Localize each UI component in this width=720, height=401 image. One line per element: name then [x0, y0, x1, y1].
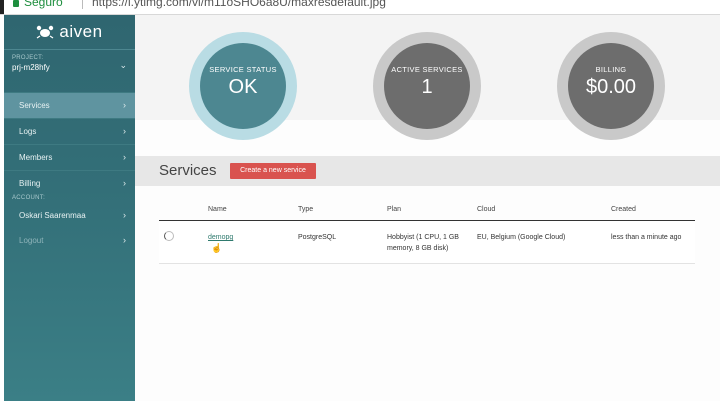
services-header: Services Create a new service [135, 156, 720, 186]
column-header-created[interactable]: Created [611, 206, 636, 213]
sidebar-item-logs[interactable]: Logs › [4, 118, 135, 144]
chevron-right-icon: › [123, 210, 126, 220]
secure-label: Seguro [24, 0, 63, 9]
service-status-gauge: SERVICE STATUS OK [189, 32, 297, 140]
logout-link[interactable]: Logout › [4, 228, 135, 253]
billing-label: BILLING [595, 65, 627, 74]
sidebar-item-members[interactable]: Members › [4, 144, 135, 170]
active-services-value: 1 [421, 76, 433, 98]
crab-logo-icon [37, 25, 54, 38]
lock-icon [13, 0, 19, 7]
window-edge [0, 0, 4, 14]
sidebar-nav: Services › Logs › Members › Billing › [4, 92, 135, 196]
billing-value: $0.00 [585, 76, 637, 98]
hand-cursor-icon: ☝ [211, 243, 223, 253]
sidebar-item-label: Billing [19, 179, 41, 188]
account-label: ACCOUNT: [12, 195, 46, 201]
main-content: SERVICE STATUS OK ACTIVE SERVICES 1 BILL… [135, 15, 720, 401]
browser-url-bar: Seguro https://i.ytimg.com/vi/m11oSHO6a8… [0, 0, 720, 15]
service-status-value: OK [228, 76, 258, 98]
sidebar-item-label: Logs [19, 127, 37, 136]
chevron-right-icon: › [123, 178, 126, 188]
service-name-link[interactable]: demopg [208, 232, 233, 243]
service-type: PostgreSQL [298, 234, 337, 241]
project-label: PROJECT: [12, 55, 44, 61]
service-status-label: SERVICE STATUS [209, 65, 277, 74]
page-title: Services [159, 162, 217, 179]
sidebar-item-billing[interactable]: Billing › [4, 170, 135, 196]
table-header: Name Type Plan Cloud Created [159, 201, 695, 221]
sidebar-item-label: Services [19, 101, 50, 110]
loading-spinner-icon [164, 231, 174, 241]
column-header-name[interactable]: Name [208, 206, 227, 213]
project-selector[interactable]: PROJECT: prj-m28hfy ⌄ [4, 49, 135, 92]
billing-gauge: BILLING $0.00 [557, 32, 665, 140]
table-row[interactable]: demopg PostgreSQL Hobbyist (1 CPU, 1 GB … [159, 221, 695, 264]
service-plan: Hobbyist (1 CPU, 1 GB memory, 8 GB disk) [387, 234, 459, 252]
chevron-down-icon: ⌄ [119, 60, 127, 70]
logout-label: Logout [19, 236, 44, 245]
services-table: Name Type Plan Cloud Created demopg Post… [159, 201, 695, 264]
sidebar-item-services[interactable]: Services › [4, 92, 135, 118]
active-services-gauge: ACTIVE SERVICES 1 [373, 32, 481, 140]
column-header-plan[interactable]: Plan [387, 206, 401, 213]
create-service-button[interactable]: Create a new service [230, 163, 316, 179]
address-field[interactable]: https://i.ytimg.com/vi/m11oSHO6a8U/maxre… [92, 0, 386, 9]
chevron-right-icon: › [123, 126, 126, 136]
brand-logo[interactable]: aiven [4, 15, 135, 48]
url-separator [82, 0, 83, 9]
project-value: prj-m28hfy [12, 63, 50, 72]
column-header-cloud[interactable]: Cloud [477, 206, 495, 213]
brand-name: aiven [59, 21, 103, 41]
chevron-right-icon: › [123, 235, 126, 245]
service-created: less than a minute ago [611, 234, 682, 241]
account-name: Oskari Saarenmaa [19, 211, 86, 220]
service-cloud: EU, Belgium (Google Cloud) [477, 234, 566, 241]
chevron-right-icon: › [123, 152, 126, 162]
active-services-label: ACTIVE SERVICES [391, 65, 463, 74]
sidebar: aiven PROJECT: prj-m28hfy ⌄ Services › L… [4, 15, 135, 401]
account-user[interactable]: Oskari Saarenmaa › [4, 203, 135, 228]
chevron-right-icon: › [123, 100, 126, 110]
column-header-type[interactable]: Type [298, 206, 313, 213]
sidebar-item-label: Members [19, 153, 53, 162]
